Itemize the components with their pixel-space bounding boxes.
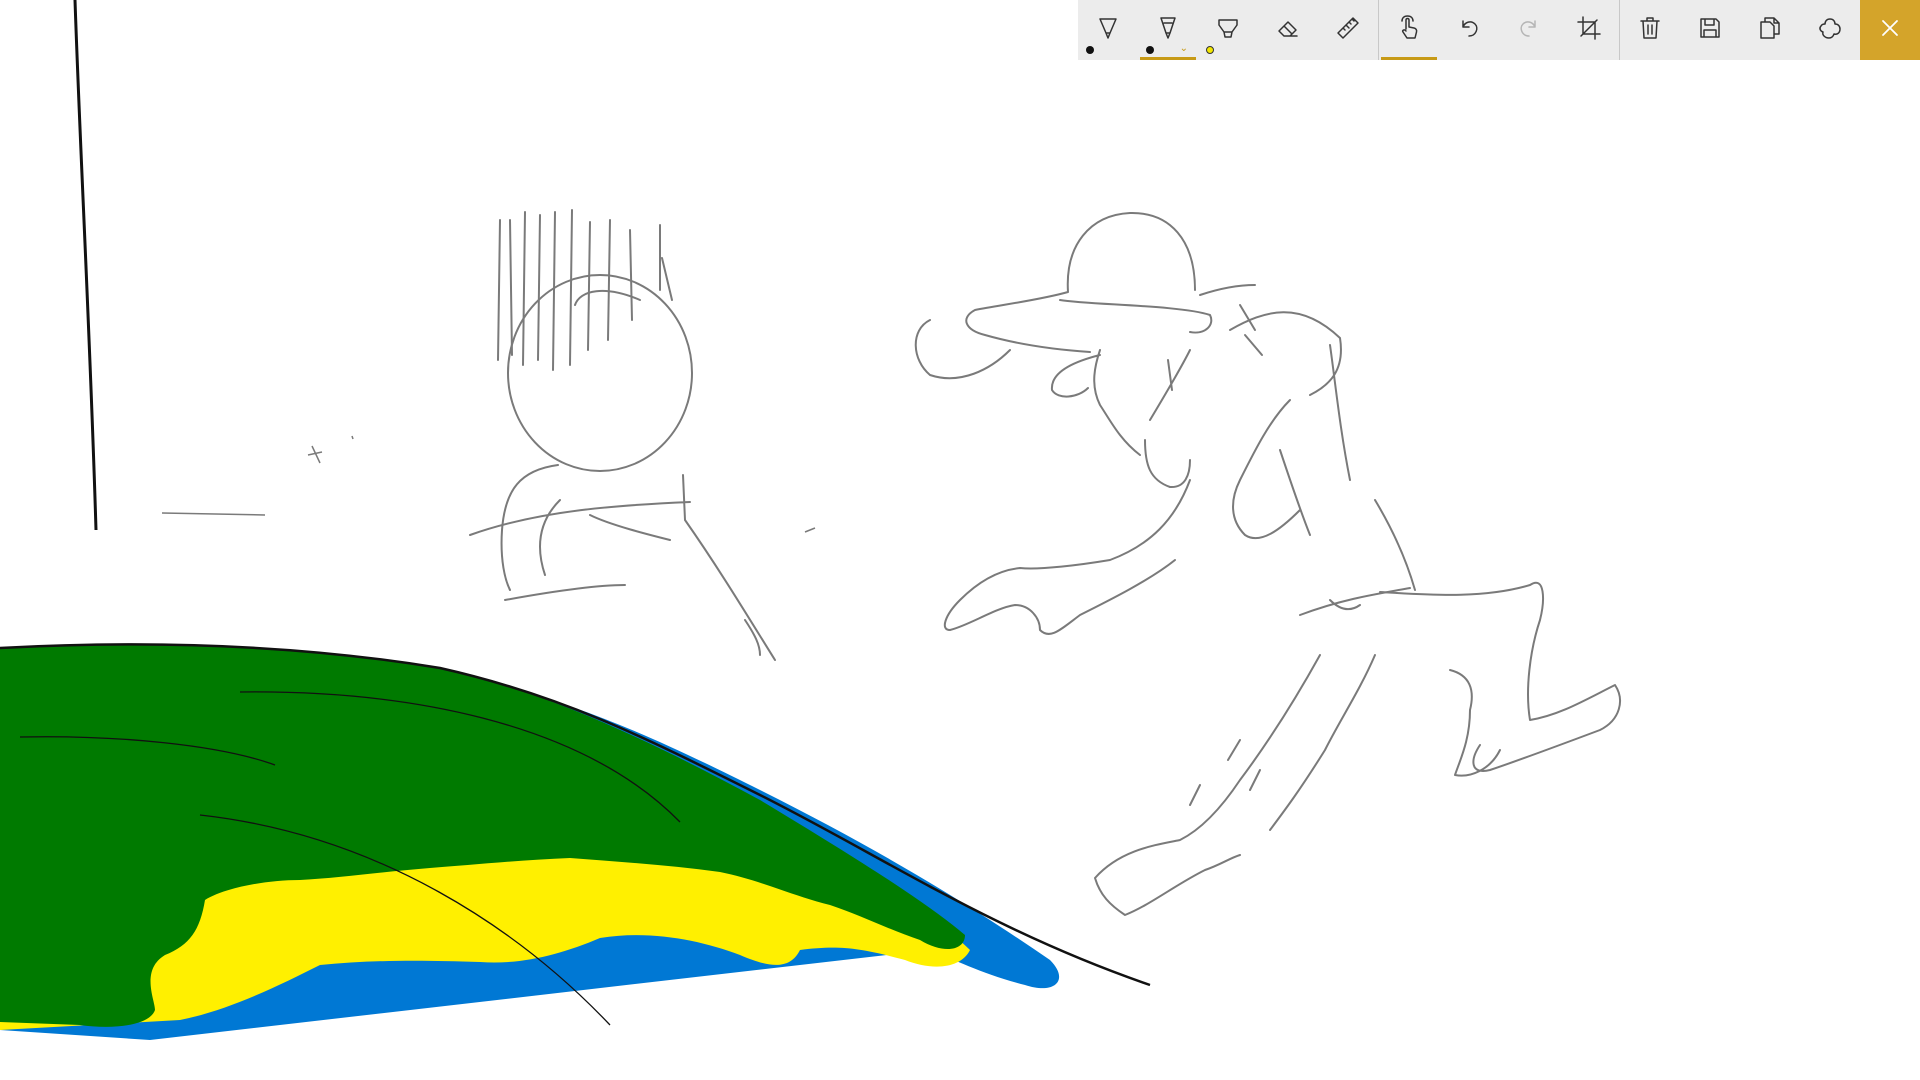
pencil-selected-indicator <box>1140 57 1196 60</box>
sketch-toolbar: ⌄ <box>1078 0 1920 60</box>
torso-arms <box>943 311 1351 635</box>
crop-icon <box>1576 15 1602 45</box>
ballpoint-pen-icon <box>1095 15 1121 45</box>
leg-hatching <box>1189 739 1261 806</box>
crop-button[interactable] <box>1559 0 1619 60</box>
copy-icon <box>1757 15 1783 45</box>
undo-button[interactable] <box>1439 0 1499 60</box>
motion-lines <box>497 209 673 371</box>
pencil-icon <box>1155 15 1181 45</box>
vertical-line <box>73 0 98 531</box>
ballpoint-pen-button[interactable] <box>1078 0 1138 60</box>
close-button[interactable] <box>1860 0 1920 60</box>
drawing-canvas[interactable] <box>0 0 1920 1080</box>
touch-writing-selected-indicator <box>1381 57 1437 60</box>
highlighter-icon <box>1215 15 1241 45</box>
eraser-icon <box>1275 15 1301 45</box>
touch-writing-button[interactable] <box>1379 0 1439 60</box>
save-button[interactable] <box>1680 0 1740 60</box>
figure-body <box>469 464 776 661</box>
share-button[interactable] <box>1800 0 1860 60</box>
chevron-down-icon[interactable]: ⌄ <box>1180 44 1188 54</box>
highlighter-button[interactable] <box>1198 0 1258 60</box>
running-man-sketch <box>914 211 1621 916</box>
copy-button[interactable] <box>1740 0 1800 60</box>
face <box>1050 299 1213 489</box>
ballpoint-pen-color-dot <box>1086 46 1094 54</box>
ball-inner-swirl <box>574 289 641 306</box>
highlighter-color-dot <box>1206 46 1214 54</box>
ruler-button[interactable] <box>1318 0 1378 60</box>
small-marks <box>161 435 816 533</box>
touch-writing-icon <box>1396 15 1422 45</box>
ball-figure-sketch <box>469 209 776 661</box>
colored-hill <box>0 643 1151 1040</box>
close-icon <box>1880 18 1900 42</box>
pencil-button[interactable]: ⌄ <box>1138 0 1198 60</box>
redo-icon <box>1516 15 1542 45</box>
pencil-color-dot <box>1146 46 1154 54</box>
save-icon <box>1697 15 1723 45</box>
ruler-icon <box>1335 15 1361 45</box>
share-icon <box>1817 15 1843 45</box>
waist <box>1299 499 1416 616</box>
eraser-button[interactable] <box>1258 0 1318 60</box>
delete-button[interactable] <box>1620 0 1680 60</box>
legs <box>1094 581 1621 916</box>
redo-button[interactable] <box>1499 0 1559 60</box>
cap <box>914 211 1196 380</box>
ball <box>507 274 693 472</box>
trash-icon <box>1637 15 1663 45</box>
undo-icon <box>1456 15 1482 45</box>
